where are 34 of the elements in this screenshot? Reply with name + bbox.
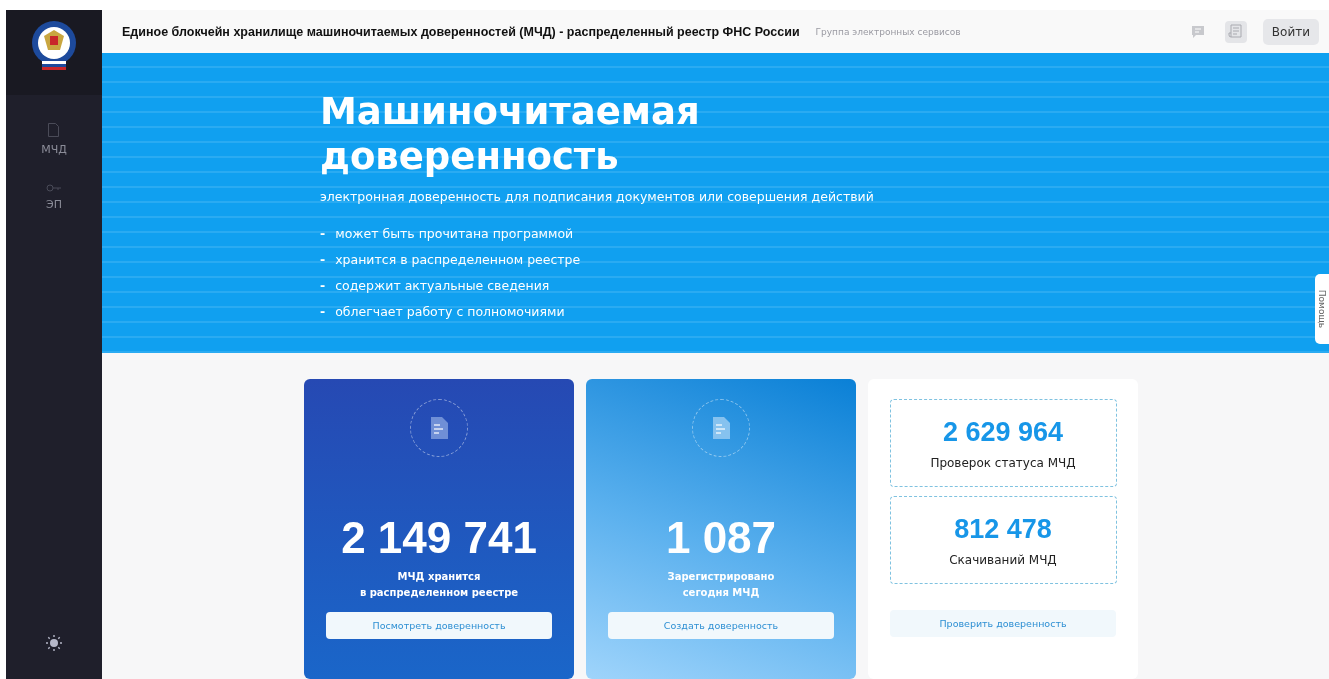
document-icon bbox=[48, 123, 60, 137]
document-icon bbox=[430, 417, 448, 439]
page-subtitle: Группа электронных сервисов bbox=[815, 26, 962, 37]
stat-label: Зарегистрировано сегодня МЧД bbox=[667, 570, 775, 600]
stat-number: 812 478 bbox=[954, 513, 1052, 545]
bullet-text: содержит актуальные сведения bbox=[335, 278, 550, 294]
bullet-mark: - bbox=[320, 304, 326, 320]
sidebar-item[interactable]: МЧД bbox=[41, 123, 67, 156]
bullet-text: может быть прочитана программой bbox=[335, 226, 574, 242]
stat-label: Проверок статуса МЧД bbox=[930, 455, 1076, 470]
scroll-icon[interactable] bbox=[1224, 20, 1247, 43]
hero-subtitle: электронная доверенность для подписания документов или совершения действий bbox=[320, 189, 875, 205]
stat-label: Скачиваний МЧД bbox=[949, 552, 1057, 567]
check-button[interactable]: Проверить доверенность bbox=[890, 610, 1116, 637]
stat-number: 2 629 964 bbox=[942, 416, 1064, 448]
stat-number: 2 149 741 bbox=[341, 513, 537, 563]
page-title: Единое блокчейн хранилище машиночитаемых доверенностей (МЧД) - распределенный реестр ФНС России bbox=[122, 24, 800, 39]
action-button[interactable]: Посмотреть доверенность bbox=[326, 612, 552, 639]
stat-label: МЧД хранится в распределенном реестре bbox=[359, 570, 519, 600]
stat-number: 1 087 bbox=[665, 513, 777, 563]
sidebar-item[interactable]: ЭП bbox=[46, 184, 62, 211]
help-tab[interactable]: Помощь bbox=[1315, 274, 1329, 344]
bullet-mark: - bbox=[320, 226, 326, 242]
bullet-text: облегчает работу с полномочиями bbox=[335, 304, 565, 320]
hero-title: Машиночитаемая доверенность bbox=[320, 89, 700, 180]
login-button[interactable]: Войти bbox=[1262, 18, 1319, 45]
sun-icon[interactable] bbox=[46, 635, 62, 651]
bullet-mark: - bbox=[320, 252, 326, 268]
bullet-text: хранится в распределенном реестре bbox=[335, 252, 581, 268]
key-icon bbox=[46, 184, 62, 192]
emblem-logo bbox=[30, 20, 78, 70]
document-icon bbox=[712, 417, 730, 439]
bullet-mark: - bbox=[320, 278, 326, 294]
action-button[interactable]: Создать доверенность bbox=[608, 612, 834, 639]
